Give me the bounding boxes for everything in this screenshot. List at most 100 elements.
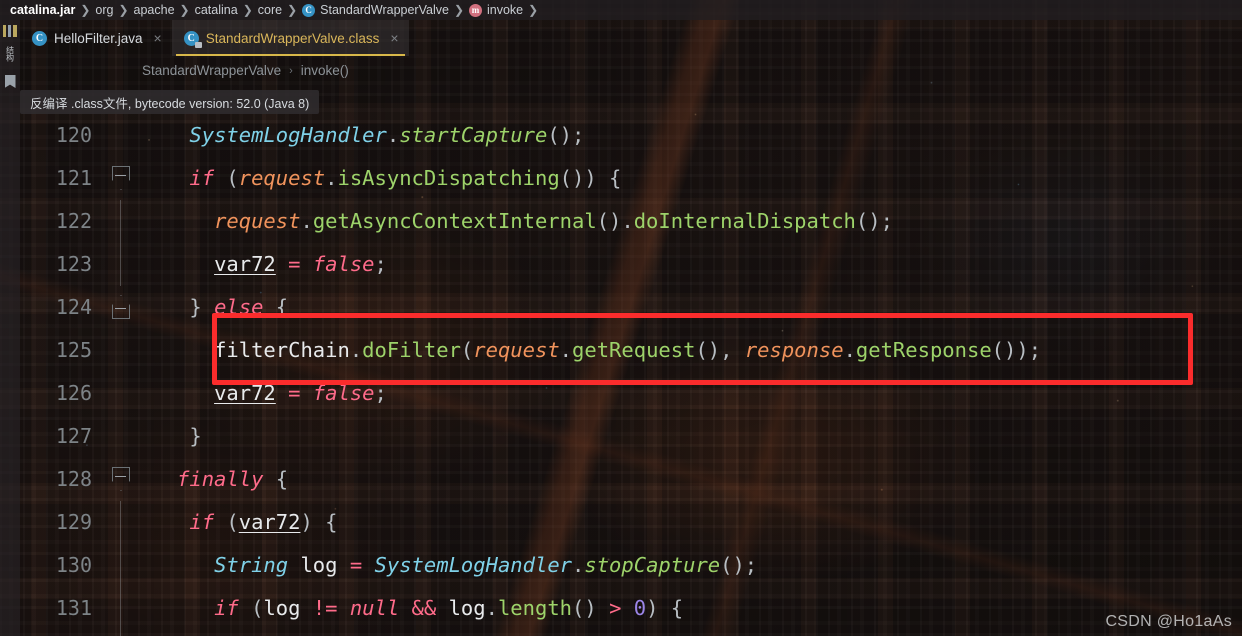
fold-gutter[interactable] xyxy=(104,157,140,200)
code-token: . xyxy=(485,596,498,620)
fold-region-line xyxy=(120,544,121,587)
fold-gutter[interactable] xyxy=(104,544,140,587)
code-line[interactable]: 125 filterChain.doFilter(request.getRequ… xyxy=(20,329,1242,372)
fold-gutter[interactable] xyxy=(104,286,140,329)
fold-gutter[interactable] xyxy=(104,630,140,636)
fold-gutter[interactable] xyxy=(104,415,140,458)
code-token: () xyxy=(572,596,610,620)
breadcrumb-item-invoke[interactable]: m invoke xyxy=(465,3,527,17)
code-editor[interactable]: 120 SystemLogHandler.startCapture(); 121 … xyxy=(20,114,1242,636)
breadcrumb-item-core[interactable]: core xyxy=(254,3,286,17)
code-line-text: SystemLogHandler.startCapture(); xyxy=(140,114,1242,157)
fold-gutter[interactable] xyxy=(104,587,140,630)
editor-tab-bar[interactable]: C HelloFilter.java × C StandardWrapperValve.… xyxy=(20,20,1242,56)
code-token: ) { xyxy=(646,596,684,620)
code-token: ( xyxy=(214,510,239,534)
fold-gutter[interactable] xyxy=(104,200,140,243)
code-line[interactable]: 129 if (var72) { xyxy=(20,501,1242,544)
fold-gutter[interactable] xyxy=(104,329,140,372)
breadcrumb-method-name[interactable]: invoke() xyxy=(301,63,349,78)
code-line[interactable]: 126 var72 = false; xyxy=(20,372,1242,415)
fold-gutter[interactable] xyxy=(104,243,140,286)
breadcrumb-item-catalina-jar[interactable]: catalina.jar xyxy=(6,3,79,17)
code-token: && xyxy=(399,596,449,620)
code-token: request xyxy=(238,166,326,190)
left-tool-strip[interactable]: 结构 xyxy=(0,20,20,636)
code-token: false xyxy=(312,381,375,405)
close-icon[interactable]: × xyxy=(390,31,398,45)
decompile-notification-text: 反编译 .class文件, bytecode version: 52.0 (Ja… xyxy=(30,96,310,111)
code-token: length xyxy=(497,596,573,620)
breadcrumb-item-apache[interactable]: apache xyxy=(130,3,179,17)
method-icon: m xyxy=(469,3,482,17)
fold-gutter[interactable] xyxy=(104,372,140,415)
code-line[interactable]: 122 request.getAsyncContextInternal().do… xyxy=(20,200,1242,243)
chevron-right-icon: ❯ xyxy=(118,3,129,17)
file-structure-breadcrumb[interactable]: StandardWrapperValve › invoke() xyxy=(142,63,349,78)
line-number: 128 xyxy=(55,467,92,491)
fold-end-icon[interactable] xyxy=(112,295,130,319)
code-line[interactable]: 131 if (log != null && log.length() > 0)… xyxy=(20,587,1242,630)
code-line-text: if (var72) { xyxy=(140,501,1242,544)
fold-gutter[interactable] xyxy=(104,114,140,157)
code-token: log xyxy=(448,596,486,620)
code-line-text: if (log != null && log.length() > 0) { xyxy=(140,587,1242,630)
code-line[interactable]: 127 } xyxy=(20,415,1242,458)
code-token: (); xyxy=(855,209,893,233)
structure-label[interactable]: 结构 xyxy=(6,46,15,66)
breadcrumb-item-catalina[interactable]: catalina xyxy=(191,3,242,17)
fold-collapse-icon[interactable] xyxy=(112,166,130,190)
fold-gutter[interactable] xyxy=(104,501,140,544)
code-token: != xyxy=(312,596,350,620)
code-line[interactable]: 124 } else { xyxy=(20,286,1242,329)
chevron-right-icon: ❯ xyxy=(80,3,91,17)
code-token: . xyxy=(559,338,573,362)
code-line[interactable]: 120 SystemLogHandler.startCapture(); xyxy=(20,114,1242,157)
editor-tab-label: HelloFilter.java xyxy=(54,30,143,46)
line-number: 126 xyxy=(55,381,92,405)
breadcrumb-item-org[interactable]: org xyxy=(91,3,117,17)
close-icon[interactable]: × xyxy=(154,31,162,45)
code-token: doInternalDispatch xyxy=(633,209,856,233)
editor-tab-hellofilter-java[interactable]: C HelloFilter.java × xyxy=(20,20,172,56)
structure-icon[interactable] xyxy=(3,25,17,37)
code-token: > xyxy=(609,596,634,620)
code-token: = xyxy=(275,381,313,405)
line-number: 120 xyxy=(55,123,92,147)
code-token: request xyxy=(214,209,301,233)
fold-collapse-icon[interactable] xyxy=(112,467,130,491)
code-token: null xyxy=(349,596,400,620)
code-line[interactable]: 132 context.getLogger().info(log); xyxy=(20,630,1242,636)
code-line-text: } xyxy=(140,415,1242,458)
fold-region-line xyxy=(120,630,121,636)
code-line[interactable]: 121 if (request.isAsyncDispatching()) { xyxy=(20,157,1242,200)
breadcrumb-class-name[interactable]: StandardWrapperValve xyxy=(142,63,281,78)
code-token: { xyxy=(263,467,289,491)
code-token: finally xyxy=(177,467,264,491)
code-line[interactable]: 123 var72 = false; xyxy=(20,243,1242,286)
chevron-right-icon: ❯ xyxy=(453,3,464,17)
chevron-right-icon: ❯ xyxy=(287,3,298,17)
code-line-text: request.getAsyncContextInternal().doInte… xyxy=(140,200,1242,243)
code-token: } xyxy=(189,295,215,319)
code-token: filterChain xyxy=(214,338,350,362)
breadcrumb-item-label: org xyxy=(95,3,114,17)
breadcrumb-item-standardwrappervalve[interactable]: C StandardWrapperValve xyxy=(298,3,453,17)
chevron-right-icon: ❯ xyxy=(528,3,539,17)
code-token: . xyxy=(325,166,338,190)
code-token: getResponse xyxy=(855,338,992,362)
editor-tab-standardwrappervalve-class[interactable]: C StandardWrapperValve.class × xyxy=(171,20,409,56)
code-line[interactable]: 130 String log = SystemLogHandler.stopCa… xyxy=(20,544,1242,587)
navigation-breadcrumb[interactable]: catalina.jar ❯ org ❯ apache ❯ catalina ❯ core ❯ C S… xyxy=(0,0,1242,20)
code-token: response xyxy=(744,338,844,362)
decompile-notification: 反编译 .class文件, bytecode version: 52.0 (Ja… xyxy=(20,90,320,114)
fold-gutter[interactable] xyxy=(104,458,140,501)
code-line[interactable]: 128 finally { xyxy=(20,458,1242,501)
bookmark-icon[interactable] xyxy=(4,75,16,88)
breadcrumb-item-label: catalina xyxy=(194,3,238,17)
code-token: if xyxy=(189,510,215,534)
